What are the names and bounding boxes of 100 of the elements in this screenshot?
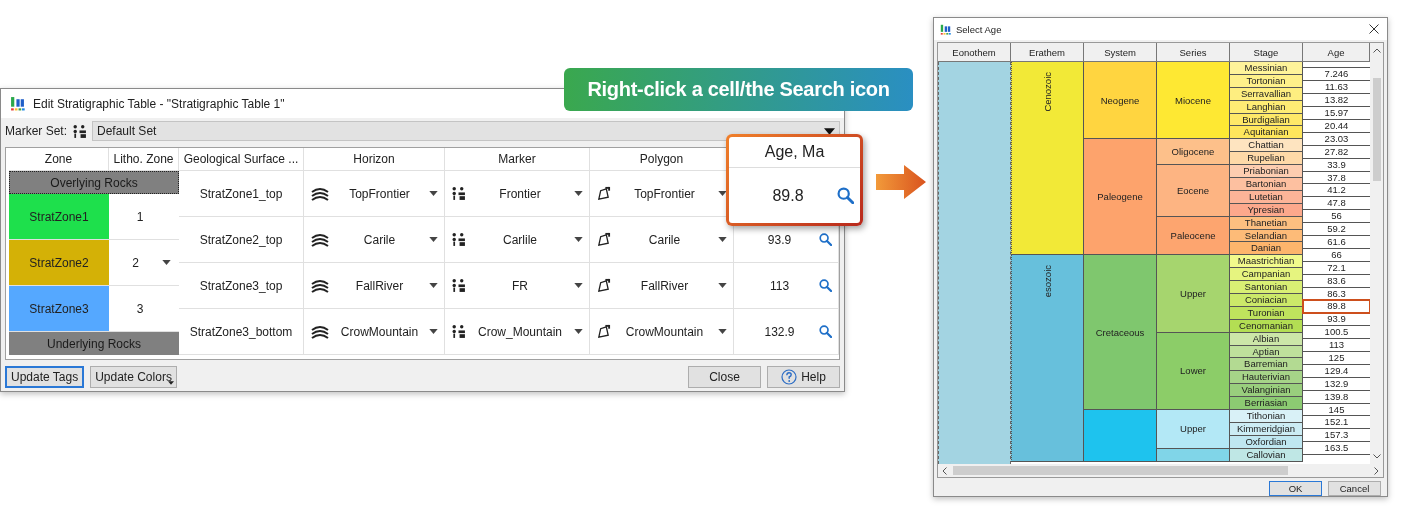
polygon-value[interactable]: CrowMountain — [611, 324, 718, 339]
horizon-value[interactable]: Carile — [330, 232, 429, 247]
search-icon[interactable] — [819, 325, 832, 338]
stage-cell[interactable]: Aquitanian — [1230, 126, 1303, 140]
stage-cell[interactable]: Santonian — [1230, 281, 1303, 295]
zone-cell[interactable]: StratZone3 — [9, 286, 109, 332]
zone-cell[interactable]: StratZone1 — [9, 194, 109, 240]
surface-name: StratZone3_top — [199, 278, 283, 293]
help-icon — [781, 369, 798, 385]
stage-cell[interactable]: Barremian — [1230, 358, 1303, 372]
scroll-down-icon[interactable] — [1372, 454, 1381, 459]
caret-icon[interactable] — [718, 191, 727, 196]
dialog-button[interactable]: Update Colors — [90, 366, 177, 388]
horizon-value[interactable]: FallRiver — [330, 278, 429, 293]
system-cell[interactable]: Cretaceous — [1084, 255, 1157, 411]
column-header: Erathem — [1011, 43, 1084, 62]
series-cell[interactable]: Upper — [1157, 255, 1230, 333]
system-cell[interactable]: Paleogene — [1084, 139, 1157, 256]
series-cell[interactable]: Lower — [1157, 332, 1230, 411]
boundary-row[interactable]: Overlying Rocks — [9, 171, 179, 194]
horizon-icon — [310, 232, 330, 247]
dialog-button[interactable]: OK — [1269, 481, 1322, 496]
age-value: 113 — [768, 278, 791, 293]
series-cell[interactable]: Upper — [1157, 410, 1230, 449]
system-cell[interactable] — [1084, 410, 1157, 462]
help-button[interactable]: Help — [767, 366, 840, 388]
litho-zone-value: 2 — [131, 255, 140, 270]
caret-icon[interactable] — [718, 283, 727, 288]
horizon-icon — [310, 186, 330, 201]
caret-icon[interactable] — [574, 283, 583, 288]
marker-value[interactable]: Frontier — [466, 186, 574, 201]
age-value: 132.9 — [763, 324, 796, 339]
marker-set-dropdown[interactable]: Default Set — [92, 121, 840, 141]
stage-cell[interactable]: Danian — [1230, 242, 1303, 256]
series-cell[interactable]: Eocene — [1157, 165, 1230, 217]
horizon-icon — [310, 278, 330, 293]
search-icon[interactable] — [819, 233, 832, 246]
polygon-icon — [596, 186, 611, 201]
caret-icon[interactable] — [429, 237, 438, 242]
caret-icon[interactable] — [429, 191, 438, 196]
caret-icon[interactable] — [429, 329, 438, 334]
scroll-left-icon[interactable] — [942, 466, 947, 475]
surface-name: StratZone1_top — [199, 186, 283, 201]
polygon-icon — [596, 278, 611, 293]
boundary-row[interactable]: Underlying Rocks — [9, 332, 179, 355]
stage-cell[interactable]: Maastrichtian — [1230, 255, 1303, 269]
polygon-value[interactable]: Carile — [611, 232, 718, 247]
surface-name: StratZone3_bottom — [189, 324, 293, 339]
search-icon[interactable] — [819, 279, 832, 292]
search-icon[interactable] — [837, 187, 854, 204]
column-header: Litho. Zone — [109, 148, 179, 170]
marker-value[interactable]: Carlile — [466, 232, 574, 247]
stage-cell[interactable]: Berriasian — [1230, 397, 1303, 411]
stage-cell[interactable]: Rupelian — [1230, 152, 1303, 166]
scroll-right-icon[interactable] — [1374, 466, 1379, 475]
marker-value[interactable]: FR — [466, 278, 574, 293]
system-cell[interactable]: Neogene — [1084, 62, 1157, 140]
caret-icon[interactable] — [718, 329, 727, 334]
stage-cell[interactable]: Priabonian — [1230, 165, 1303, 178]
stage-cell[interactable]: Messinian — [1230, 62, 1303, 75]
scroll-up-icon[interactable] — [1372, 48, 1381, 53]
zone-cell[interactable]: StratZone2 — [9, 240, 109, 286]
series-cell[interactable]: Paleocene — [1157, 216, 1230, 256]
stage-cell[interactable]: Tithonian — [1230, 410, 1303, 423]
caret-icon[interactable] — [429, 283, 438, 288]
caret-icon[interactable] — [162, 260, 171, 265]
caret-icon[interactable] — [574, 329, 583, 334]
right-arrow-icon — [876, 165, 926, 199]
erathem-cell[interactable]: esozoic — [1011, 255, 1084, 462]
stage-cell[interactable]: Hauterivian — [1230, 371, 1303, 385]
horizon-value[interactable]: TopFrontier — [330, 186, 429, 201]
marker-icon — [451, 278, 466, 293]
polygon-value[interactable]: FallRiver — [611, 278, 718, 293]
column-header: System — [1084, 43, 1157, 62]
scrollbar-thumb[interactable] — [953, 466, 1288, 475]
horizon-value[interactable]: CrowMountain — [330, 324, 429, 339]
stage-cell[interactable]: Valanginian — [1230, 384, 1303, 398]
marker-icon — [72, 123, 87, 139]
marker-icon — [451, 324, 466, 339]
caret-icon[interactable] — [574, 237, 583, 242]
stage-cell[interactable]: Campanian — [1230, 268, 1303, 282]
dialog-title: Edit Stratigraphic Table - "Stratigraphic Table 1" — [33, 96, 285, 111]
caret-icon[interactable] — [718, 237, 727, 242]
dialog-button[interactable]: Update Tags — [5, 366, 85, 388]
caret-icon[interactable] — [574, 191, 583, 196]
scrollbar-thumb[interactable] — [1372, 78, 1381, 181]
marker-value[interactable]: Crow_Mountain — [466, 324, 574, 339]
stage-cell[interactable]: Chattian — [1230, 139, 1303, 153]
series-cell[interactable]: Oligocene — [1157, 139, 1230, 166]
stage-cell[interactable]: Bartonian — [1230, 178, 1303, 191]
stage-cell[interactable]: Coniacian — [1230, 294, 1303, 307]
close-button[interactable]: Close — [688, 366, 761, 388]
column-header: Geological Surface ... — [179, 148, 304, 170]
series-cell[interactable]: Miocene — [1157, 62, 1230, 140]
marker-icon — [451, 186, 466, 201]
dialog-button[interactable]: Cancel — [1328, 481, 1381, 496]
close-icon[interactable] — [1369, 24, 1379, 34]
erathem-cell[interactable]: Cenozoic — [1011, 62, 1084, 256]
polygon-value[interactable]: TopFrontier — [611, 186, 718, 201]
age-cell[interactable]: 89.8 — [1303, 300, 1370, 314]
